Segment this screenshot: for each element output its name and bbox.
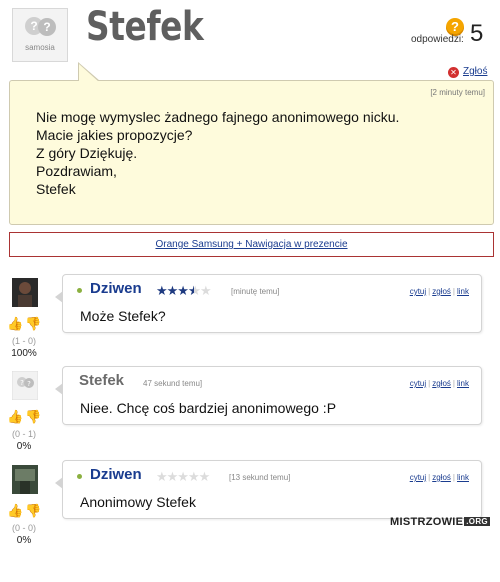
- answer-3: Dziwen ★★★★★ [13 sekund temu] cytuj | zgło…: [55, 460, 482, 519]
- report-link[interactable]: zgłoś: [432, 379, 451, 388]
- report-question-link[interactable]: ✕ Zgłoś: [448, 66, 487, 78]
- answer-2-time: 47 sekund temu]: [143, 379, 203, 388]
- thumb-up-icon[interactable]: 👍: [7, 409, 23, 425]
- question-line: Nie mogę wymyslec żadnego fajnego anonim…: [36, 109, 400, 125]
- permalink[interactable]: link: [457, 287, 469, 296]
- answer-1-vote: 👍 👎: [7, 316, 47, 334]
- answer-3-author[interactable]: Dziwen: [90, 466, 142, 483]
- thumb-up-icon[interactable]: 👍: [7, 316, 23, 332]
- question-mark-logo-icon: ??: [23, 15, 57, 37]
- question-line: Z góry Dziękuję.: [36, 145, 138, 161]
- thumb-up-icon[interactable]: 👍: [7, 503, 23, 519]
- question-bubble: [2 minuty temu] Nie mogę wymyslec żadneg…: [9, 80, 494, 225]
- answer-2-author[interactable]: Stefek: [79, 372, 124, 389]
- permalink[interactable]: link: [457, 379, 469, 388]
- answer-3-vote: 👍 👎: [7, 503, 47, 521]
- answer-1-author[interactable]: Dziwen: [90, 280, 142, 297]
- answer-3-percent: 0%: [16, 535, 32, 546]
- avatar-caption: samosia: [25, 43, 55, 52]
- answers-label: odpowiedzi:: [411, 34, 464, 45]
- answer-1-message: Może Stefek?: [80, 308, 166, 324]
- report-x-icon: ✕: [448, 67, 459, 78]
- answer-2-percent: 0%: [16, 441, 32, 452]
- svg-text:?: ?: [27, 380, 31, 388]
- quote-link[interactable]: cytuj: [410, 473, 426, 482]
- online-status-icon: [77, 288, 82, 293]
- answer-1: Dziwen ★★★★★★ [minutę temu] cytuj | zgłoś |…: [55, 274, 482, 333]
- question-body: Nie mogę wymyslec żadnego fajnego anonim…: [36, 108, 399, 198]
- quote-link[interactable]: cytuj: [410, 379, 426, 388]
- report-link[interactable]: zgłoś: [432, 287, 451, 296]
- svg-text:?: ?: [20, 379, 24, 387]
- ad-banner: Orange Samsung + Nawigacja w prezencie: [9, 232, 494, 257]
- answer-1-percent: 100%: [11, 348, 37, 359]
- answer-1-time: [minutę temu]: [231, 287, 280, 296]
- answer-3-avatar[interactable]: [12, 465, 38, 494]
- question-line: Macie jakies propozycje?: [36, 127, 193, 143]
- answer-3-message: Anonimowy Stefek: [80, 494, 196, 510]
- answer-2-avatar[interactable]: ? ?: [12, 371, 38, 400]
- answer-3-votes: (0 - 0): [11, 523, 36, 533]
- report-link[interactable]: zgłoś: [432, 473, 451, 482]
- answers-count: 5: [470, 20, 484, 47]
- answer-2-message: Niee. Chcę coś bardziej anonimowego :P: [80, 400, 337, 416]
- bubble-tail-fill: [79, 64, 99, 82]
- answer-2-vote: 👍 👎: [7, 409, 47, 427]
- thumb-down-icon[interactable]: 👎: [25, 409, 41, 425]
- permalink[interactable]: link: [457, 473, 469, 482]
- answer-2-actions: cytuj | zgłoś | link: [409, 379, 469, 388]
- answer-3-actions: cytuj | zgłoś | link: [409, 473, 469, 482]
- answer-2: Stefek 47 sekund temu] cytuj | zgłoś | link …: [55, 366, 482, 425]
- answer-2-votes: (0 - 1): [11, 429, 36, 439]
- answer-pointer: [55, 291, 63, 303]
- online-status-icon: [77, 474, 82, 479]
- answer-pointer: [55, 383, 63, 395]
- thumb-down-icon[interactable]: 👎: [25, 316, 41, 332]
- ad-link[interactable]: Orange Samsung + Nawigacja w prezencie: [155, 239, 347, 250]
- answer-pointer: [55, 477, 63, 489]
- question-line: Pozdrawiam,: [36, 163, 117, 179]
- question-time: [2 minuty temu]: [430, 88, 485, 97]
- question-title[interactable]: Stefek: [86, 4, 204, 50]
- answer-1-actions: cytuj | zgłoś | link: [409, 287, 469, 296]
- answer-3-rating: ★★★★★: [156, 469, 210, 484]
- thumb-down-icon[interactable]: 👎: [25, 503, 41, 519]
- watermark-suffix: .ORG: [464, 517, 490, 526]
- watermark-logo: MISTRZOWIE .ORG: [390, 516, 490, 528]
- report-label[interactable]: Zgłoś: [463, 66, 487, 77]
- asker-avatar[interactable]: ?? samosia: [12, 8, 68, 62]
- answer-1-votes: (1 - 0): [11, 336, 36, 346]
- question-line: Stefek: [36, 181, 76, 197]
- quote-link[interactable]: cytuj: [410, 287, 426, 296]
- answer-1-rating: ★★★★★★: [156, 283, 212, 298]
- answer-3-time: [13 sekund temu]: [229, 473, 291, 482]
- watermark-text: MISTRZOWIE: [390, 516, 464, 528]
- answer-1-avatar[interactable]: [12, 278, 38, 307]
